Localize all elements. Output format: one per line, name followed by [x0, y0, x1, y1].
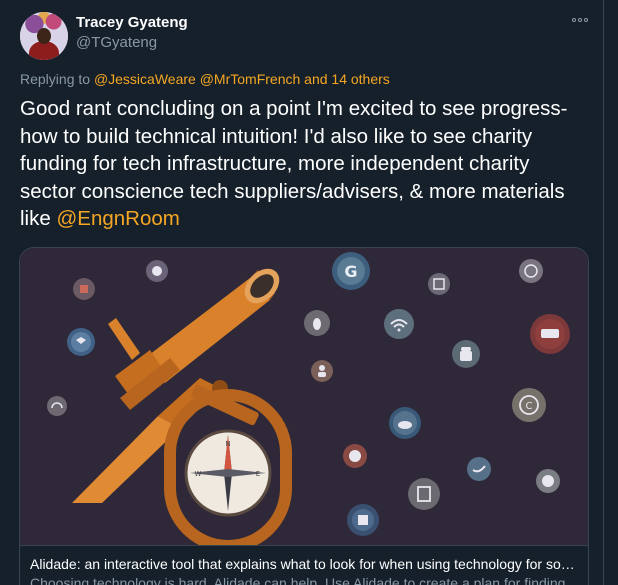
reply-mention-2[interactable]: @MrTomFrench — [200, 71, 301, 87]
edge-icon — [536, 469, 560, 493]
user-icon — [311, 360, 333, 382]
dashboard-icon — [47, 396, 67, 416]
grid-icon — [73, 278, 95, 300]
author-handle[interactable]: @TGyateng — [76, 33, 188, 52]
svg-text:G: G — [344, 262, 357, 281]
telescope-illustration: G C N W E — [20, 248, 588, 552]
card-info[interactable]: Alidade: an interactive tool that explai… — [20, 545, 588, 585]
html5-icon — [408, 478, 440, 510]
svg-text:E: E — [256, 470, 260, 478]
youtube-icon — [530, 314, 570, 354]
avatar[interactable] — [20, 12, 68, 60]
link-preview-card[interactable]: G C N W E Alidade: an interactive tool t… — [19, 247, 589, 585]
card-description: Choosing technology is hard. Alidade can… — [30, 575, 580, 585]
replying-prefix: Replying to — [20, 71, 91, 87]
facebook-icon — [347, 504, 379, 536]
apple-icon — [146, 260, 168, 282]
tweet-mention-engnroom[interactable]: @EngnRoom — [56, 207, 179, 230]
google-icon: G — [332, 252, 370, 290]
tweet-header: Tracey Gyateng @TGyateng — [20, 12, 188, 60]
cloud-icon — [389, 407, 421, 439]
android-icon — [452, 340, 480, 368]
tweet-text: Good rant concluding on a point I'm exci… — [20, 95, 590, 233]
author-display-name[interactable]: Tracey Gyateng — [76, 13, 188, 33]
timeline-border — [603, 0, 604, 585]
card-image[interactable]: G C N W E — [20, 248, 588, 552]
wifi-icon — [384, 309, 414, 339]
compass-safari-icon — [519, 259, 543, 283]
more-options-icon[interactable] — [572, 18, 588, 22]
dropbox-icon — [67, 328, 95, 356]
svg-text:N: N — [225, 440, 230, 448]
author-names: Tracey Gyateng @TGyateng — [76, 13, 188, 52]
reply-others-link[interactable]: and 14 others — [304, 71, 390, 87]
github-icon — [343, 444, 367, 468]
svg-text:C: C — [526, 401, 533, 412]
card-title[interactable]: Alidade: an interactive tool that explai… — [30, 555, 580, 573]
linux-icon — [304, 310, 330, 336]
replying-to: Replying to @JessicaWeare @MrTomFrench a… — [20, 71, 390, 87]
twitter-icon — [467, 457, 491, 481]
svg-text:W: W — [195, 470, 202, 478]
html5-icon-top — [428, 273, 450, 295]
reply-mention-1[interactable]: @JessicaWeare — [94, 71, 196, 87]
copyright-icon: C — [512, 388, 546, 422]
